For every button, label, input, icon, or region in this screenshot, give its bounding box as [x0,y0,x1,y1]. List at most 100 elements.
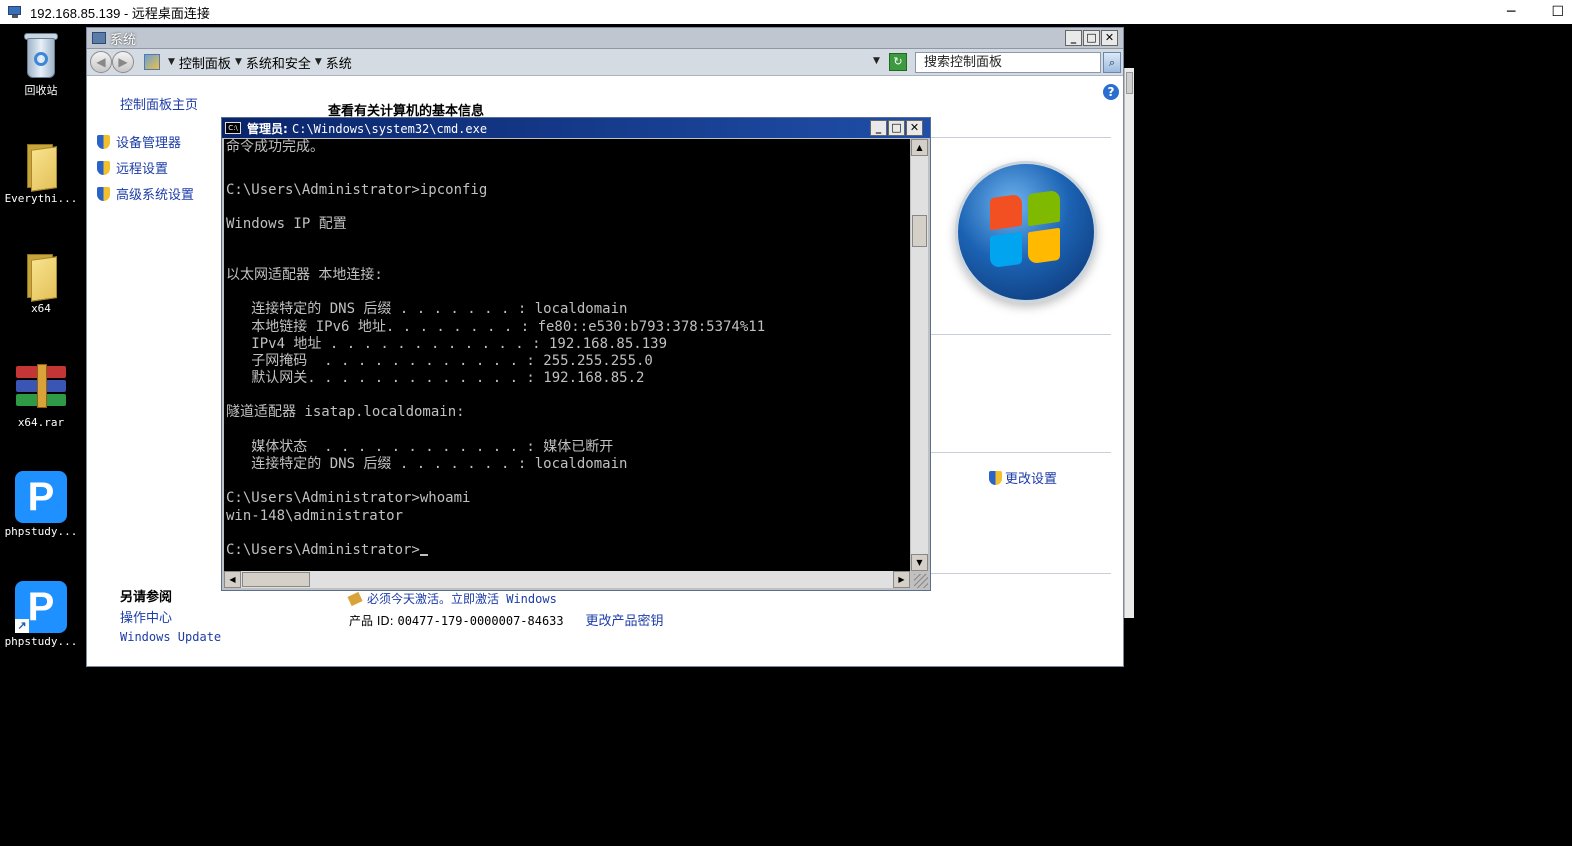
chevron-down-icon[interactable]: ▼ [168,57,175,67]
desktop-icon-label: 回收站 [24,84,58,97]
breadcrumb-system[interactable]: 系统 [326,53,352,72]
maximize-button[interactable]: □ [1083,30,1100,46]
console-line: 子网掩码 . . . . . . . . . . . . : 255.255.2… [226,353,653,369]
system-icon [92,32,106,44]
chevron-down-icon[interactable]: ▼ [235,57,242,67]
shield-icon [97,135,110,149]
forward-button[interactable]: ▶ [112,51,134,73]
scroll-thumb[interactable] [242,572,310,587]
desktop-icon-phpstudy-shortcut[interactable]: P ↗ phpstudy... [0,581,82,648]
close-button[interactable]: ✕ [906,120,923,136]
see-also-heading: 另请参阅 [120,590,173,605]
console-line: 媒体状态 . . . . . . . . . . . . : 媒体已断开 [226,439,614,455]
shield-icon [989,471,1002,485]
console-line: 连接特定的 DNS 后缀 . . . . . . . : localdomain [226,456,628,472]
horizontal-scrollbar[interactable]: ◀ ▶ [224,571,910,588]
maximize-button[interactable]: ☐ [1551,4,1564,20]
desktop-icon-everything[interactable]: Everythi... [0,140,82,205]
scroll-left-icon[interactable]: ◀ [224,571,241,588]
product-id: 产品 ID: 00477-179-0000007-84633 更改产品密钥 [349,614,664,629]
scroll-right-icon[interactable]: ▶ [893,571,910,588]
folder-icon [23,140,59,192]
phpstudy-shortcut-icon: P ↗ [15,581,67,633]
rdp-window-title: 192.168.85.139 - 远程桌面连接 [30,5,210,21]
desktop-icon-phpstudy[interactable]: P phpstudy... [0,471,82,538]
sidebar-item-advanced-settings[interactable]: 高级系统设置 [97,184,194,203]
desktop-icon-label: x64.rar [17,416,65,429]
search-input[interactable]: 搜索控制面板 [915,52,1101,73]
desktop-icon-label: phpstudy... [4,635,78,648]
key-icon [347,591,363,607]
console-output[interactable]: 命令成功完成。 C:\Users\Administrator>ipconfig Wi… [224,139,910,571]
remote-desktop-icon [8,5,24,19]
console-line: 隧道适配器 isatap.localdomain: [226,404,465,420]
breadcrumb-system-security[interactable]: 系统和安全 [246,53,311,72]
desktop-icon-label: Everythi... [4,192,78,205]
recycle-bin-icon [23,30,59,80]
scroll-thumb[interactable] [912,215,927,247]
window-scrollbar[interactable] [1124,68,1134,618]
back-button[interactable]: ◀ [90,51,112,73]
minimize-button[interactable]: _ [870,120,887,136]
folder-icon [23,250,59,302]
windows-update-link[interactable]: Windows Update [120,630,221,644]
desktop-icon-x64-rar[interactable]: x64.rar [0,364,82,429]
address-dropdown-icon[interactable]: ▼ [873,56,880,66]
scroll-up-icon[interactable]: ▲ [911,139,928,156]
chevron-down-icon[interactable]: ▼ [315,57,322,67]
minimize-button[interactable]: _ [1065,30,1082,46]
console-line: C:\Users\Administrator>ipconfig [226,182,488,198]
maximize-button[interactable]: □ [888,120,905,136]
vertical-scrollbar[interactable]: ▲ ▼ [911,139,928,571]
desktop-icon-recycle-bin[interactable]: 回收站 [0,30,82,98]
divider [931,452,1111,453]
console-line: 本地链接 IPv6 地址. . . . . . . . : fe80::e530… [226,319,766,335]
sidebar-item-device-manager[interactable]: 设备管理器 [97,132,181,151]
console-line: C:\Users\Administrator>whoami [226,490,471,506]
desktop-icon-label: phpstudy... [4,525,78,538]
breadcrumb: ▼ 控制面板 ▼ 系统和安全 ▼ 系统 [144,53,352,72]
console-line: 命令成功完成。 [226,139,324,155]
resize-grip-icon[interactable] [914,574,928,588]
cmd-window-title: 管理员: C:\Windows\system32\cmd.exe [247,121,488,136]
rdp-title-bar: 192.168.85.139 - 远程桌面连接 ─ ☐ [0,0,1572,24]
cmd-icon: C:\ [225,122,241,134]
breadcrumb-control-panel[interactable]: 控制面板 [179,53,231,72]
windows-logo-icon [955,161,1097,303]
divider [931,334,1111,335]
action-center-link[interactable]: 操作中心 [120,607,172,626]
console-line: Windows IP 配置 [226,216,347,232]
shortcut-arrow-icon: ↗ [15,619,29,633]
search-icon[interactable]: ⌕ [1103,52,1121,73]
activate-windows-link[interactable]: 必须今天激活。立即激活 Windows [347,590,557,607]
divider [931,137,1111,138]
sidebar-control-panel-home[interactable]: 控制面板主页 [120,94,198,113]
minimize-button[interactable]: ─ [1507,4,1515,20]
shield-icon [97,187,110,201]
scroll-down-icon[interactable]: ▼ [911,554,928,571]
phpstudy-icon: P [15,471,67,523]
address-bar: ◀ ▶ ▼ 控制面板 ▼ 系统和安全 ▼ 系统 ▼ ↻ 搜索控制面板 ⌕ [87,49,1123,76]
system-window-title: 系统 [110,32,137,48]
refresh-icon[interactable]: ↻ [889,53,907,71]
desktop-icon-label: x64 [31,302,51,315]
sidebar-item-remote-settings[interactable]: 远程设置 [97,158,168,177]
console-line: 默认网关. . . . . . . . . . . . . : 192.168.… [226,370,645,386]
winrar-archive-icon [16,364,66,408]
help-icon[interactable]: ? [1103,84,1119,100]
console-line: C:\Users\Administrator> [226,542,428,559]
console-line: win-148\administrator [226,508,404,524]
system-window-title-bar: 系统 _ □ ✕ [87,28,1123,49]
console-line: 连接特定的 DNS 后缀 . . . . . . . : localdomain [226,301,628,317]
change-settings-link[interactable]: 更改设置 [989,468,1057,487]
cmd-window: C:\ 管理员: C:\Windows\system32\cmd.exe _ □… [221,117,931,591]
control-panel-icon [144,54,160,70]
text-cursor [419,554,428,556]
close-button[interactable]: ✕ [1101,30,1118,46]
desktop-icon-x64[interactable]: x64 [0,250,82,315]
change-product-key-link[interactable]: 更改产品密钥 [585,614,663,629]
divider [931,573,1111,574]
cmd-title-bar: C:\ 管理员: C:\Windows\system32\cmd.exe _ □… [222,118,930,138]
console-line: IPv4 地址 . . . . . . . . . . . . : 192.16… [226,336,668,352]
console-line: 以太网适配器 本地连接: [226,267,383,283]
